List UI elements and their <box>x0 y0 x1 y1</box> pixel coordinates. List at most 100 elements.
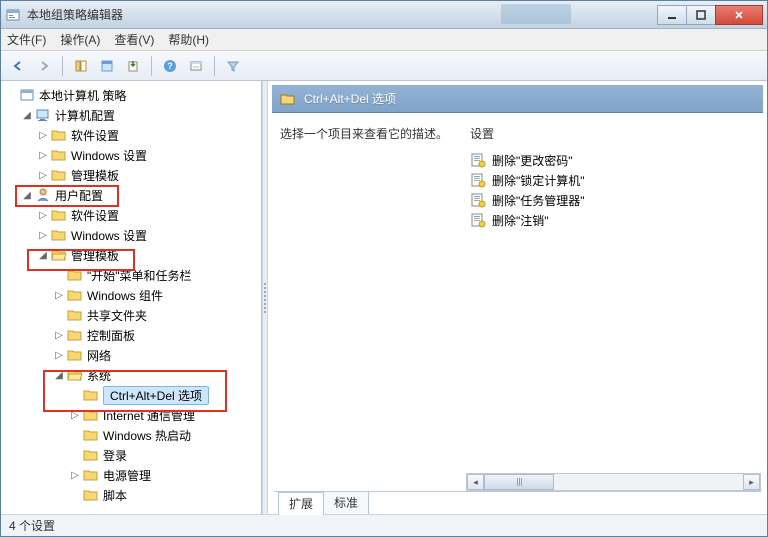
tree-item[interactable]: ▷ Windows 设置 <box>35 145 259 165</box>
folder-icon <box>67 327 83 343</box>
folder-icon <box>67 267 83 283</box>
tree-label: 脚本 <box>103 487 127 504</box>
maximize-button[interactable] <box>686 5 716 25</box>
tree-item[interactable]: ▷电源管理 <box>67 465 259 485</box>
tree-item[interactable]: ▷管理模板 <box>35 165 259 185</box>
options-button[interactable] <box>185 55 207 77</box>
forward-button[interactable] <box>33 55 55 77</box>
content-area: 选择一个项目来查看它的描述。 设置 删除"更改密码" 删除"锁定计算机" 删除"… <box>268 117 767 467</box>
tree-item[interactable]: ▷Windows 设置 <box>35 225 259 245</box>
tree-item[interactable]: ▷ Windows 组件 <box>51 285 259 305</box>
expand-icon[interactable]: ▷ <box>37 210 49 221</box>
menu-view[interactable]: 查看(V) <box>114 31 154 48</box>
show-tree-button[interactable] <box>70 55 92 77</box>
folder-icon <box>83 427 99 443</box>
tree-item[interactable]: Windows 热启动 <box>67 425 259 445</box>
menu-action[interactable]: 操作(A) <box>60 31 100 48</box>
tree-item[interactable]: 脚本 <box>67 485 259 505</box>
toolbar-sep <box>62 56 63 76</box>
tree-label: Windows 设置 <box>71 147 147 164</box>
tree-item[interactable]: "开始"菜单和任务栏 <box>51 265 259 285</box>
description-text: 选择一个项目来查看它的描述。 <box>280 127 448 141</box>
tree-label: 用户配置 <box>55 187 103 204</box>
folder-icon <box>51 207 67 223</box>
tree-ctrl-alt-del[interactable]: Ctrl+Alt+Del 选项 <box>67 385 259 405</box>
back-button[interactable] <box>7 55 29 77</box>
tree-system[interactable]: ◢ 系统 <box>51 365 259 385</box>
menubar: 文件(F) 操作(A) 查看(V) 帮助(H) <box>1 29 767 51</box>
tab-extended[interactable]: 扩展 <box>278 492 324 515</box>
tree-item[interactable]: ▷软件设置 <box>35 205 259 225</box>
expand-icon[interactable]: ▷ <box>37 130 49 141</box>
expand-icon[interactable]: ▷ <box>37 230 49 241</box>
body: 本地计算机 策略 ◢ 计算机配置 ▷软件设置 ▷ Windows 设置 <box>1 81 767 514</box>
tree-item[interactable]: ▷ Internet 通信管理 <box>67 405 259 425</box>
collapse-icon[interactable]: ◢ <box>21 190 33 201</box>
tree-item[interactable]: 登录 <box>67 445 259 465</box>
setting-item[interactable]: 删除"更改密码" <box>470 150 755 170</box>
tree-admin-templates[interactable]: ◢ 管理模板 <box>35 245 259 265</box>
folder-icon <box>51 167 67 183</box>
tree-item[interactable]: ▷ 控制面板 <box>51 325 259 345</box>
tree-label: Windows 组件 <box>87 287 163 304</box>
collapse-icon[interactable]: ◢ <box>37 250 49 261</box>
expand-icon[interactable]: ▷ <box>53 350 65 361</box>
scroll-thumb[interactable] <box>484 474 554 490</box>
user-icon <box>35 187 51 203</box>
app-icon <box>5 7 21 23</box>
folder-icon <box>83 487 99 503</box>
status-text: 4 个设置 <box>9 517 55 534</box>
tree-label: Windows 热启动 <box>103 427 191 444</box>
tab-standard[interactable]: 标准 <box>323 491 369 514</box>
help-button[interactable]: ? <box>159 55 181 77</box>
setting-item[interactable]: 删除"注销" <box>470 210 755 230</box>
toolbar-sep <box>214 56 215 76</box>
expand-icon[interactable]: ▷ <box>69 470 81 481</box>
setting-label: 删除"注销" <box>492 212 549 229</box>
statusbar: 4 个设置 <box>1 514 767 536</box>
tree-pane[interactable]: 本地计算机 策略 ◢ 计算机配置 ▷软件设置 ▷ Windows 设置 <box>1 81 262 514</box>
folder-open-icon <box>67 367 83 383</box>
properties-button[interactable] <box>96 55 118 77</box>
setting-label: 删除"任务管理器" <box>492 192 585 209</box>
horizontal-scrollbar[interactable]: ◂ ▸ <box>466 473 761 491</box>
tree-label: 控制面板 <box>87 327 135 344</box>
setting-item[interactable]: 删除"锁定计算机" <box>470 170 755 190</box>
policy-icon <box>19 87 35 103</box>
expand-icon[interactable]: ▷ <box>37 150 49 161</box>
export-button[interactable] <box>122 55 144 77</box>
collapse-icon[interactable]: ◢ <box>21 110 33 121</box>
tree-label: Internet 通信管理 <box>103 407 195 424</box>
tabs-container: 扩展 标准 <box>274 491 761 514</box>
tree-label: 系统 <box>87 367 111 384</box>
scroll-track[interactable] <box>484 474 743 490</box>
scroll-right-button[interactable]: ▸ <box>743 474 760 490</box>
expand-icon[interactable]: ▷ <box>53 330 65 341</box>
folder-icon <box>67 287 83 303</box>
folder-icon <box>51 147 67 163</box>
expand-icon[interactable]: ▷ <box>69 410 81 421</box>
tree-label: 共享文件夹 <box>87 307 147 324</box>
filter-button[interactable] <box>222 55 244 77</box>
collapse-icon[interactable]: ◢ <box>53 370 65 381</box>
menu-help[interactable]: 帮助(H) <box>168 31 209 48</box>
right-pane: Ctrl+Alt+Del 选项 选择一个项目来查看它的描述。 设置 删除"更改密… <box>268 81 767 514</box>
tree-computer-config[interactable]: ◢ 计算机配置 <box>19 105 259 125</box>
tree-item[interactable]: ▷网络 <box>51 345 259 365</box>
tree-label: 计算机配置 <box>55 107 115 124</box>
tree-root-node[interactable]: 本地计算机 策略 <box>3 85 259 105</box>
expand-icon[interactable]: ▷ <box>53 290 65 301</box>
close-button[interactable] <box>715 5 763 25</box>
setting-item[interactable]: 删除"任务管理器" <box>470 190 755 210</box>
tree-user-config[interactable]: ◢ 用户配置 <box>19 185 259 205</box>
tree-item[interactable]: 共享文件夹 <box>51 305 259 325</box>
folder-icon <box>51 227 67 243</box>
minimize-button[interactable] <box>657 5 687 25</box>
tree-label: "开始"菜单和任务栏 <box>87 267 192 284</box>
setting-icon <box>470 192 486 208</box>
expand-icon[interactable]: ▷ <box>37 170 49 181</box>
menu-file[interactable]: 文件(F) <box>7 31 46 48</box>
tree-item[interactable]: ▷软件设置 <box>35 125 259 145</box>
scroll-left-button[interactable]: ◂ <box>467 474 484 490</box>
folder-icon <box>83 407 99 423</box>
